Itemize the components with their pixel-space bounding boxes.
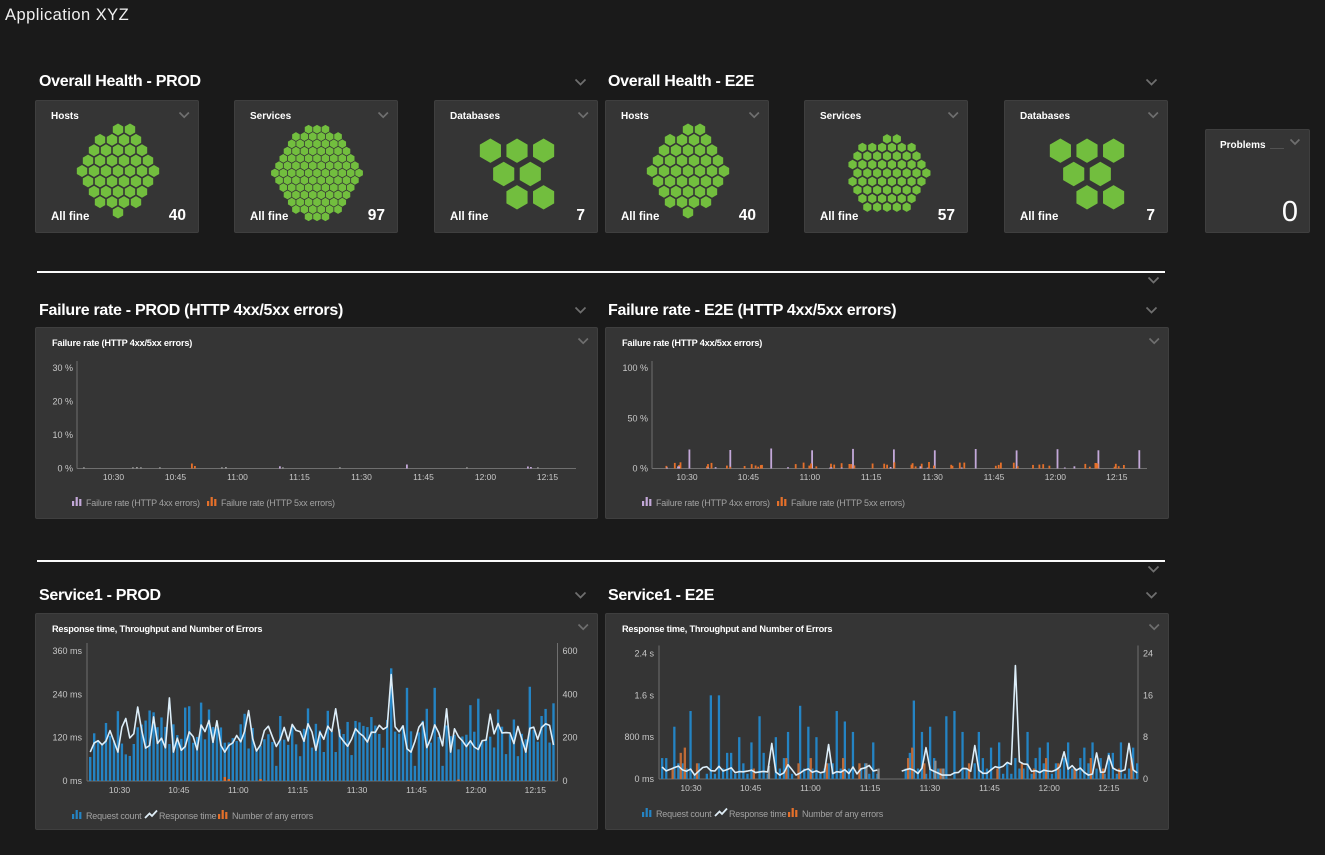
svg-text:Request count: Request count — [656, 809, 712, 819]
svg-text:Number of any errors: Number of any errors — [802, 809, 884, 819]
svg-text:10:30: 10:30 — [680, 783, 702, 793]
svg-text:800 ms: 800 ms — [624, 732, 654, 742]
svg-text:11:30: 11:30 — [922, 472, 943, 482]
svg-text:12:15: 12:15 — [525, 785, 547, 795]
svg-text:400: 400 — [563, 689, 578, 699]
svg-text:12:00: 12:00 — [475, 472, 497, 482]
svg-text:0 %: 0 % — [632, 464, 648, 474]
svg-text:Number of any errors: Number of any errors — [232, 811, 314, 821]
svg-text:20 %: 20 % — [52, 397, 73, 407]
svg-text:120 ms: 120 ms — [52, 733, 82, 743]
svg-text:1.6 s: 1.6 s — [634, 690, 654, 700]
svg-text:10:30: 10:30 — [103, 472, 125, 482]
svg-text:11:45: 11:45 — [984, 472, 1005, 482]
svg-text:0 %: 0 % — [57, 464, 73, 474]
svg-text:12:00: 12:00 — [1045, 472, 1067, 482]
svg-text:0: 0 — [1143, 774, 1148, 784]
svg-text:0 ms: 0 ms — [62, 776, 82, 786]
svg-text:2.4 s: 2.4 s — [634, 649, 654, 659]
svg-text:50 %: 50 % — [627, 413, 648, 423]
svg-text:10:45: 10:45 — [165, 472, 187, 482]
svg-text:12:15: 12:15 — [1106, 472, 1128, 482]
svg-text:11:30: 11:30 — [351, 472, 372, 482]
svg-text:11:45: 11:45 — [413, 472, 434, 482]
svg-text:200: 200 — [563, 733, 578, 743]
svg-text:8: 8 — [1143, 732, 1148, 742]
svg-text:10:45: 10:45 — [738, 472, 760, 482]
svg-text:Response time: Response time — [159, 811, 217, 821]
svg-text:12:15: 12:15 — [1098, 783, 1120, 793]
svg-text:16: 16 — [1143, 690, 1153, 700]
svg-text:600: 600 — [563, 646, 578, 656]
svg-text:11:15: 11:15 — [860, 783, 881, 793]
svg-text:100 %: 100 % — [622, 363, 648, 373]
svg-text:12:00: 12:00 — [465, 785, 487, 795]
svg-text:240 ms: 240 ms — [52, 689, 82, 699]
svg-text:10 %: 10 % — [52, 430, 73, 440]
svg-text:11:15: 11:15 — [861, 472, 882, 482]
svg-text:0 ms: 0 ms — [634, 774, 654, 784]
svg-text:11:00: 11:00 — [227, 472, 248, 482]
svg-text:Failure rate (HTTP 4xx errors): Failure rate (HTTP 4xx errors) — [656, 498, 770, 508]
svg-text:Failure rate (HTTP 4xx errors): Failure rate (HTTP 4xx errors) — [86, 498, 200, 508]
svg-text:Request count: Request count — [86, 811, 142, 821]
svg-text:11:15: 11:15 — [287, 785, 308, 795]
svg-text:Failure rate (HTTP 5xx errors): Failure rate (HTTP 5xx errors) — [221, 498, 335, 508]
svg-text:Failure rate (HTTP 5xx errors): Failure rate (HTTP 5xx errors) — [791, 498, 905, 508]
svg-text:11:30: 11:30 — [347, 785, 368, 795]
svg-text:11:30: 11:30 — [919, 783, 940, 793]
svg-text:11:00: 11:00 — [799, 472, 820, 482]
svg-text:10:30: 10:30 — [676, 472, 698, 482]
svg-text:10:45: 10:45 — [168, 785, 190, 795]
svg-text:10:30: 10:30 — [109, 785, 131, 795]
svg-text:Response time: Response time — [729, 809, 787, 819]
svg-text:10:45: 10:45 — [740, 783, 762, 793]
svg-text:360 ms: 360 ms — [52, 646, 82, 656]
svg-text:11:45: 11:45 — [406, 785, 427, 795]
svg-text:24: 24 — [1143, 649, 1153, 659]
svg-text:11:00: 11:00 — [800, 783, 821, 793]
svg-text:12:15: 12:15 — [537, 472, 559, 482]
svg-text:12:00: 12:00 — [1039, 783, 1061, 793]
svg-text:30 %: 30 % — [52, 363, 73, 373]
svg-text:11:00: 11:00 — [228, 785, 249, 795]
svg-text:11:15: 11:15 — [289, 472, 310, 482]
svg-text:11:45: 11:45 — [979, 783, 1000, 793]
svg-text:0: 0 — [563, 776, 568, 786]
